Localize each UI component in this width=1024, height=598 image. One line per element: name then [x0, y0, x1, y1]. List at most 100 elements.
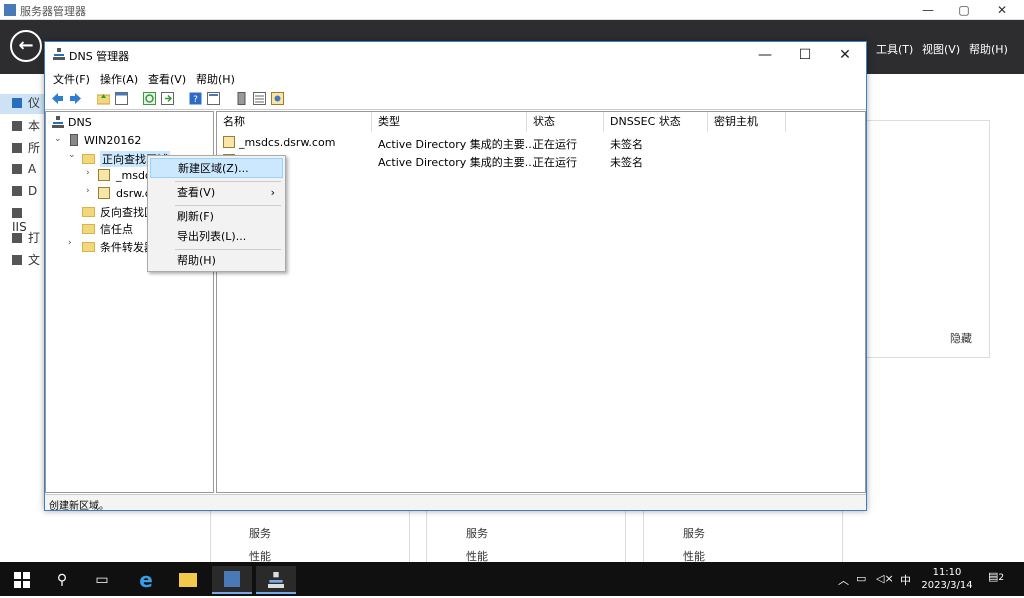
expand-arrow-icon[interactable]: ›	[86, 186, 90, 196]
maximize-button[interactable]: ▢	[946, 0, 982, 20]
zone-list: 名称 类型 状态 DNSSEC 状态 密钥主机 _msdcs.dsrw.com …	[216, 111, 866, 493]
menu-separator	[175, 205, 281, 206]
show-tree-icon[interactable]	[115, 92, 128, 105]
tree-zone-dsrw[interactable]: dsrw.c	[116, 187, 151, 200]
volume-icon[interactable]: ◁×	[876, 572, 894, 585]
menu-tools[interactable]: 工具(T)	[876, 41, 913, 57]
column-header-dnssec[interactable]: DNSSEC 状态	[604, 112, 708, 132]
files-icon	[12, 255, 22, 265]
menu-separator	[175, 181, 281, 182]
folder-icon	[82, 154, 95, 164]
server-manager-icon	[4, 4, 16, 16]
tree-server[interactable]: WIN20162	[84, 134, 141, 147]
forward-icon[interactable]	[69, 92, 82, 105]
dns-minimize-button[interactable]: —	[745, 42, 785, 68]
dashboard-icon	[12, 98, 22, 108]
clock[interactable]: 11:10 2023/3/14	[918, 566, 976, 592]
hide-link[interactable]: 隐藏	[950, 330, 972, 346]
dns-root-icon	[52, 116, 64, 128]
zone-icon	[223, 136, 235, 148]
file-explorer-icon[interactable]	[168, 566, 208, 594]
menu-file[interactable]: 文件(F)	[53, 71, 90, 87]
tile-services[interactable]: 服务	[466, 525, 488, 541]
clock-time: 11:10	[932, 567, 962, 578]
sidebar-item-all[interactable]: 所	[12, 139, 42, 159]
tree-dns-root[interactable]: DNS	[68, 116, 92, 129]
sidebar-item-dns[interactable]: D	[12, 184, 42, 204]
folder-icon	[82, 207, 95, 217]
expand-arrow-icon[interactable]: ⌄	[54, 134, 62, 144]
export-icon[interactable]	[161, 92, 174, 105]
menu-item-new-zone[interactable]: 新建区域(Z)...	[150, 158, 283, 178]
context-menu: 新建区域(Z)... 查看(V) › 刷新(F) 导出列表(L)... 帮助(H)	[147, 155, 286, 272]
column-header-name[interactable]: 名称	[217, 112, 372, 132]
server-icon[interactable]	[235, 92, 248, 105]
servers-icon	[12, 143, 22, 153]
menu-item-refresh[interactable]: 刷新(F)	[150, 207, 283, 227]
zone-icon	[98, 187, 110, 199]
task-view-icon[interactable]: ▭	[82, 566, 122, 594]
start-icon[interactable]	[2, 566, 42, 594]
zone-icon	[98, 169, 110, 181]
dns-task-icon[interactable]	[256, 566, 296, 594]
server-manager-title: 服务器管理器	[20, 5, 86, 18]
menu-item-help[interactable]: 帮助(H)	[150, 251, 283, 271]
refresh-icon[interactable]	[143, 92, 156, 105]
svg-text:?: ?	[193, 95, 198, 105]
status-text: 创建新区域。	[49, 501, 109, 512]
network-icon[interactable]: ▭	[856, 572, 866, 585]
column-header-type[interactable]: 类型	[372, 112, 527, 132]
dns-icon	[12, 186, 22, 196]
back-icon[interactable]	[51, 92, 64, 105]
sidebar-item-ad[interactable]: A	[12, 162, 42, 182]
menu-view[interactable]: 查看(V)	[148, 71, 186, 87]
table-row[interactable]: _msdcs.dsrw.com Active Directory 集成的主要..…	[217, 134, 857, 152]
help-icon[interactable]: ?	[189, 92, 202, 105]
tree-zone-msdcs[interactable]: _msdc	[116, 169, 151, 182]
expand-arrow-icon[interactable]: ›	[86, 168, 90, 178]
menu-help[interactable]: 帮助(H)	[196, 71, 235, 87]
sidebar-item-dashboard[interactable]: 仪	[0, 94, 45, 114]
sidebar-item-files[interactable]: 文	[12, 251, 42, 271]
tray-chevron-icon[interactable]: ︿	[838, 572, 849, 588]
minimize-button[interactable]: —	[910, 0, 946, 20]
search-icon[interactable]: ⚲	[42, 566, 82, 594]
dns-maximize-button[interactable]: ☐	[785, 42, 825, 68]
list-icon[interactable]	[253, 92, 266, 105]
zone-icon[interactable]	[271, 92, 284, 105]
folder-icon	[82, 242, 95, 252]
menu-view[interactable]: 视图(V)	[922, 41, 960, 57]
dns-title: DNS 管理器	[69, 50, 130, 63]
back-arrow-icon[interactable]: ←	[10, 30, 42, 62]
iis-icon	[12, 208, 22, 218]
ime-indicator[interactable]: 中	[900, 572, 911, 588]
tile-services[interactable]: 服务	[249, 525, 271, 541]
dns-icon	[53, 48, 65, 60]
dns-manager-window: DNS 管理器 — ☐ ✕ 文件(F) 操作(A) 查看(V) 帮助(H) ? …	[44, 41, 867, 512]
sidebar-item-local[interactable]: 本	[12, 117, 42, 137]
table-row[interactable]: Active Directory 集成的主要... 正在运行 未签名	[217, 152, 857, 170]
notification-icon[interactable]: ▤2	[988, 570, 1008, 590]
properties-icon[interactable]	[207, 92, 220, 105]
sidebar-item-iis[interactable]: IIS	[12, 206, 42, 234]
menu-help[interactable]: 帮助(H)	[969, 41, 1008, 57]
menu-item-view[interactable]: 查看(V) ›	[150, 183, 283, 203]
expand-arrow-icon[interactable]: ›	[68, 238, 72, 248]
ie-icon[interactable]: e	[126, 566, 166, 594]
close-button[interactable]: ✕	[984, 0, 1020, 20]
menu-action[interactable]: 操作(A)	[100, 71, 138, 87]
sidebar-item-print[interactable]: 打	[12, 229, 42, 249]
column-header-status[interactable]: 状态	[527, 112, 604, 132]
side-panel	[866, 120, 990, 358]
dns-close-button[interactable]: ✕	[825, 42, 865, 68]
expand-arrow-icon[interactable]: ⌄	[68, 150, 76, 160]
up-folder-icon[interactable]	[97, 92, 110, 105]
clock-date: 2023/3/14	[921, 580, 973, 591]
server-manager-task-icon[interactable]	[212, 566, 252, 594]
tree-trust-points[interactable]: 信任点	[100, 221, 133, 237]
tile-services[interactable]: 服务	[683, 525, 705, 541]
submenu-arrow-icon: ›	[270, 186, 275, 199]
notification-count: 2	[998, 573, 1005, 583]
menu-item-export[interactable]: 导出列表(L)...	[150, 227, 283, 247]
column-header-key-master[interactable]: 密钥主机	[708, 112, 786, 132]
